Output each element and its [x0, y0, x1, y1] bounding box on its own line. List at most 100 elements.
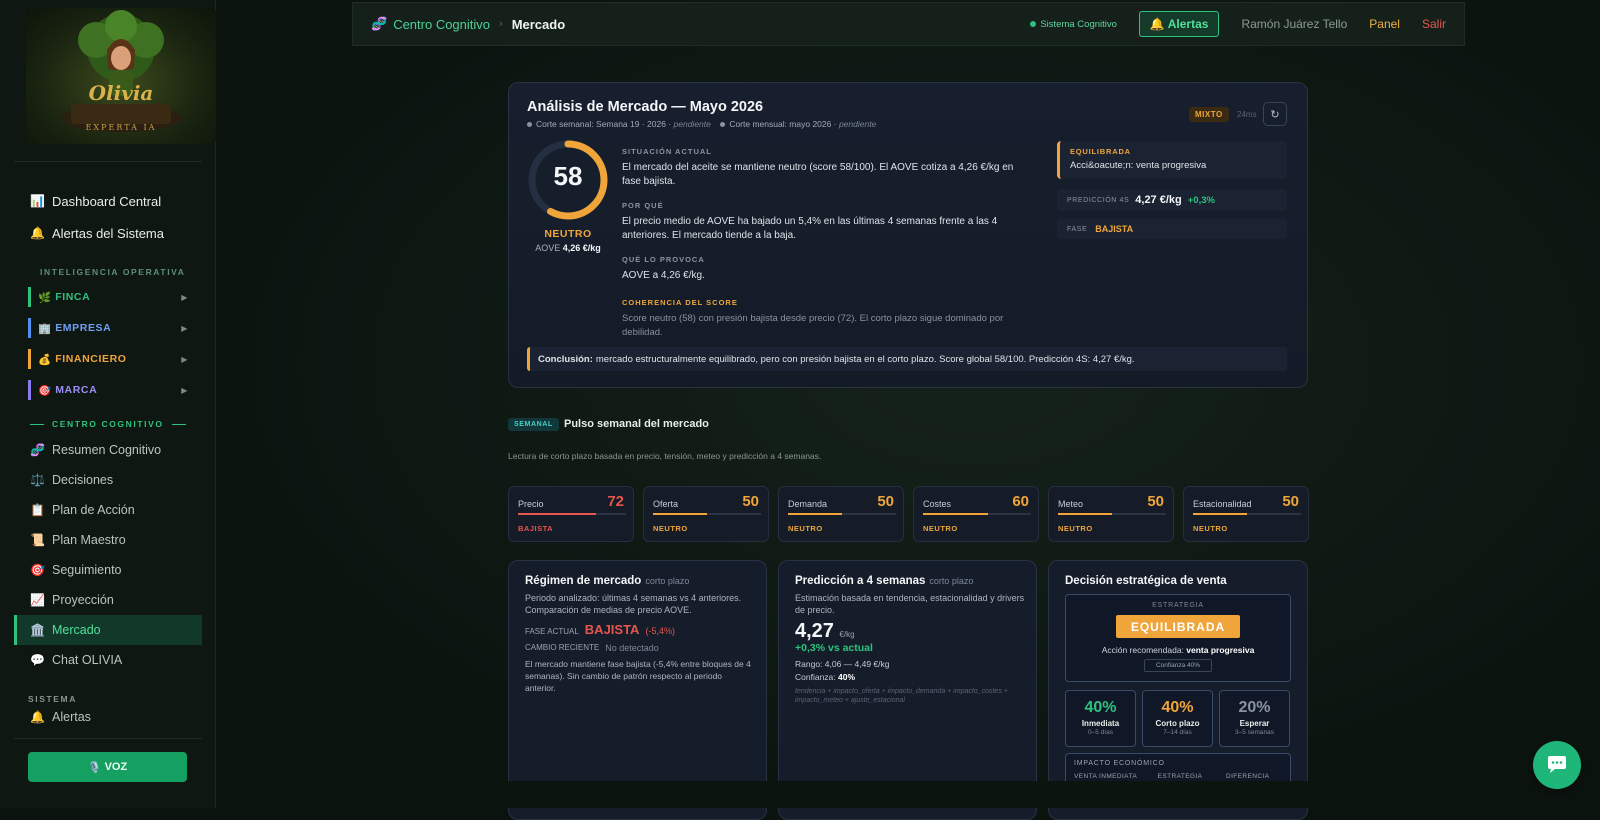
impact-col: ESTRATEGIA	[1157, 773, 1203, 780]
nav-label: Dashboard Central	[52, 193, 162, 209]
cat-finca[interactable]: 🌿 FINCA ▶	[28, 287, 188, 307]
phase-label: FASE ACTUAL	[525, 627, 579, 636]
impact-col: DIFERENCIA	[1226, 773, 1270, 780]
regimen-title: Régimen de mercado	[525, 575, 642, 587]
status-badge: MIXTO	[1189, 107, 1229, 122]
impact-col: VENTA INMEDIATA	[1074, 773, 1138, 780]
card-title: Decisión estratégica de venta	[1065, 575, 1227, 587]
kpi-status: NEUTRO	[923, 524, 958, 533]
kpi-value: 60	[1012, 493, 1029, 510]
nav-alertas-sistema[interactable]: 🔔 Alertas del Sistema	[14, 218, 202, 248]
divider	[14, 738, 202, 739]
nav-proyeccion[interactable]: 📈 Proyección	[14, 585, 202, 615]
regimen-note: El mercado mantiene fase bajista (-5,4% …	[525, 659, 751, 693]
dna-icon: 🧬	[30, 443, 45, 457]
logout-link[interactable]: Salir	[1422, 17, 1446, 31]
change-label: CAMBIO RECIENTE	[525, 643, 600, 652]
pred-value: 4,27 €/kg	[1135, 194, 1182, 206]
monthly-status: pendiente	[838, 119, 877, 129]
status-dot-icon	[1030, 20, 1037, 27]
chat-fab-button[interactable]	[1533, 741, 1581, 789]
breadcrumb-root[interactable]: Centro Cognitivo	[393, 17, 490, 32]
cat-financiero[interactable]: 💰 FINANCIERO ▶	[28, 349, 188, 369]
nav-mercado[interactable]: 🏛️ Mercado	[14, 615, 202, 645]
nav-decisiones[interactable]: ⚖️ Decisiones	[14, 465, 202, 495]
section-text: El mercado del aceite se mantiene neutro…	[622, 162, 1014, 187]
alerts-button[interactable]: 🔔 Alertas	[1138, 11, 1220, 37]
kpi-card-precio: Precio 72 BAJISTA	[508, 486, 634, 542]
section-text: AOVE a 4,26 €/kg.	[622, 270, 705, 281]
cat-marca[interactable]: 🎯 MARCA ▶	[28, 380, 188, 400]
kpi-bar	[788, 513, 896, 515]
cat-empresa[interactable]: 🏢 EMPRESA ▶	[28, 318, 188, 338]
svg-text:Olivia: Olivia	[89, 81, 154, 105]
eq-text: Acci&oacute;n: venta progresiva	[1070, 160, 1207, 171]
nav-alertas[interactable]: 🔔 Alertas	[14, 710, 202, 724]
microphone-icon: 🎙️	[87, 761, 105, 774]
sidebar: Olivia EXPERTA IA 📊 Dashboard Central 🔔 …	[0, 0, 216, 808]
target-icon: 🎯	[30, 563, 45, 577]
card-title: Predicción a 4 semanas corto plazo	[795, 575, 973, 587]
refresh-button[interactable]: ↻	[1263, 102, 1287, 126]
alerts-label: Alertas	[1167, 17, 1209, 31]
kpi-bar	[518, 513, 626, 515]
kpi-bar-fill	[923, 513, 988, 515]
expand-arrow-icon: ▶	[181, 292, 188, 302]
option-name: Esperar	[1239, 719, 1270, 728]
scroll-icon: 📜	[30, 533, 45, 547]
prediction-confidence: Confianza: 40%	[795, 672, 855, 682]
kpi-bar-fill	[1058, 513, 1112, 515]
option-pct: 40%	[1161, 699, 1194, 716]
kpi-value: 72	[607, 493, 624, 510]
pred-label: PREDICCIÓN 4S	[1067, 196, 1130, 204]
kpi-bar	[1193, 513, 1301, 515]
kpi-value: 50	[1282, 493, 1299, 510]
user-name[interactable]: Ramón Juárez Tello	[1241, 17, 1347, 31]
voice-label: VOZ	[104, 761, 128, 773]
bell-icon: 🔔	[1149, 17, 1168, 31]
nav-seguimiento[interactable]: 🎯 Seguimiento	[14, 555, 202, 585]
cat-label: FINANCIERO	[55, 353, 127, 365]
kpi-name: Costes	[923, 499, 952, 509]
header-line	[171, 423, 186, 425]
prediction-range: Rango: 4,06 — 4,49 €/kg	[795, 659, 890, 669]
nav-label: Alertas del Sistema	[52, 225, 164, 241]
nav-resumen-cognitivo[interactable]: 🧬 Resumen Cognitivo	[14, 435, 202, 465]
porque-section: POR QUÉ El precio medio de AOVE ha bajad…	[622, 201, 1022, 243]
aove-label: AOVE	[535, 243, 561, 253]
panel-link[interactable]: Panel	[1369, 17, 1400, 31]
equilibrada-box: EQUILIBRADA Acci&oacute;n: venta progres…	[1057, 141, 1287, 179]
divider	[14, 161, 202, 162]
nav-label: Plan Maestro	[52, 533, 126, 547]
weekly-title: Pulso semanal del mercado	[564, 418, 709, 430]
kpi-bar	[923, 513, 1031, 515]
conclusion-text: mercado estructuralmente equilibrado, pe…	[595, 353, 1135, 365]
cat-label: EMPRESA	[55, 322, 112, 334]
kpi-name: Estacionalidad	[1193, 499, 1252, 509]
nav-chat-olivia[interactable]: 💬 Chat OLIVIA	[14, 645, 202, 675]
weekly-cut: Corte semanal: Semana 19 · 2026 ·	[536, 119, 672, 129]
prediction-number: 4,27	[795, 620, 834, 642]
kpi-status: NEUTRO	[788, 524, 823, 533]
strategy-value-button[interactable]: EQUILIBRADA	[1116, 615, 1240, 638]
kpi-bar-fill	[1193, 513, 1247, 515]
provoca-section: QUÉ LO PROVOCA AOVE a 4,26 €/kg.	[622, 255, 1022, 283]
prediction-formula: tendencia + impacto_oferta + impacto_dem…	[795, 688, 1008, 704]
nav-plan-maestro[interactable]: 📜 Plan Maestro	[14, 525, 202, 555]
score-label: NEUTRO	[544, 228, 592, 240]
nav-label: Alertas	[52, 710, 91, 724]
kpi-bar-fill	[518, 513, 596, 515]
building-icon: 🏢	[38, 322, 56, 335]
aove-price: AOVE 4,26 €/kg	[527, 243, 609, 253]
section-label: QUÉ LO PROVOCA	[622, 255, 705, 264]
voice-button[interactable]: 🎙️ VOZ	[28, 752, 187, 782]
chart-icon: 📊	[30, 194, 45, 208]
prediction-unit: €/kg	[839, 630, 855, 639]
nav-dashboard-central[interactable]: 📊 Dashboard Central	[14, 186, 202, 216]
bell-icon: 🔔	[30, 710, 45, 724]
confidence-chip: Confianza 40%	[1144, 659, 1212, 672]
nav-plan-accion[interactable]: 📋 Plan de Acción	[14, 495, 202, 525]
conclusion-bar: Conclusión: mercado estructuralmente equ…	[527, 347, 1287, 371]
weekly-tag: SEMANAL	[508, 418, 559, 431]
option-name: Inmediata	[1081, 719, 1120, 728]
